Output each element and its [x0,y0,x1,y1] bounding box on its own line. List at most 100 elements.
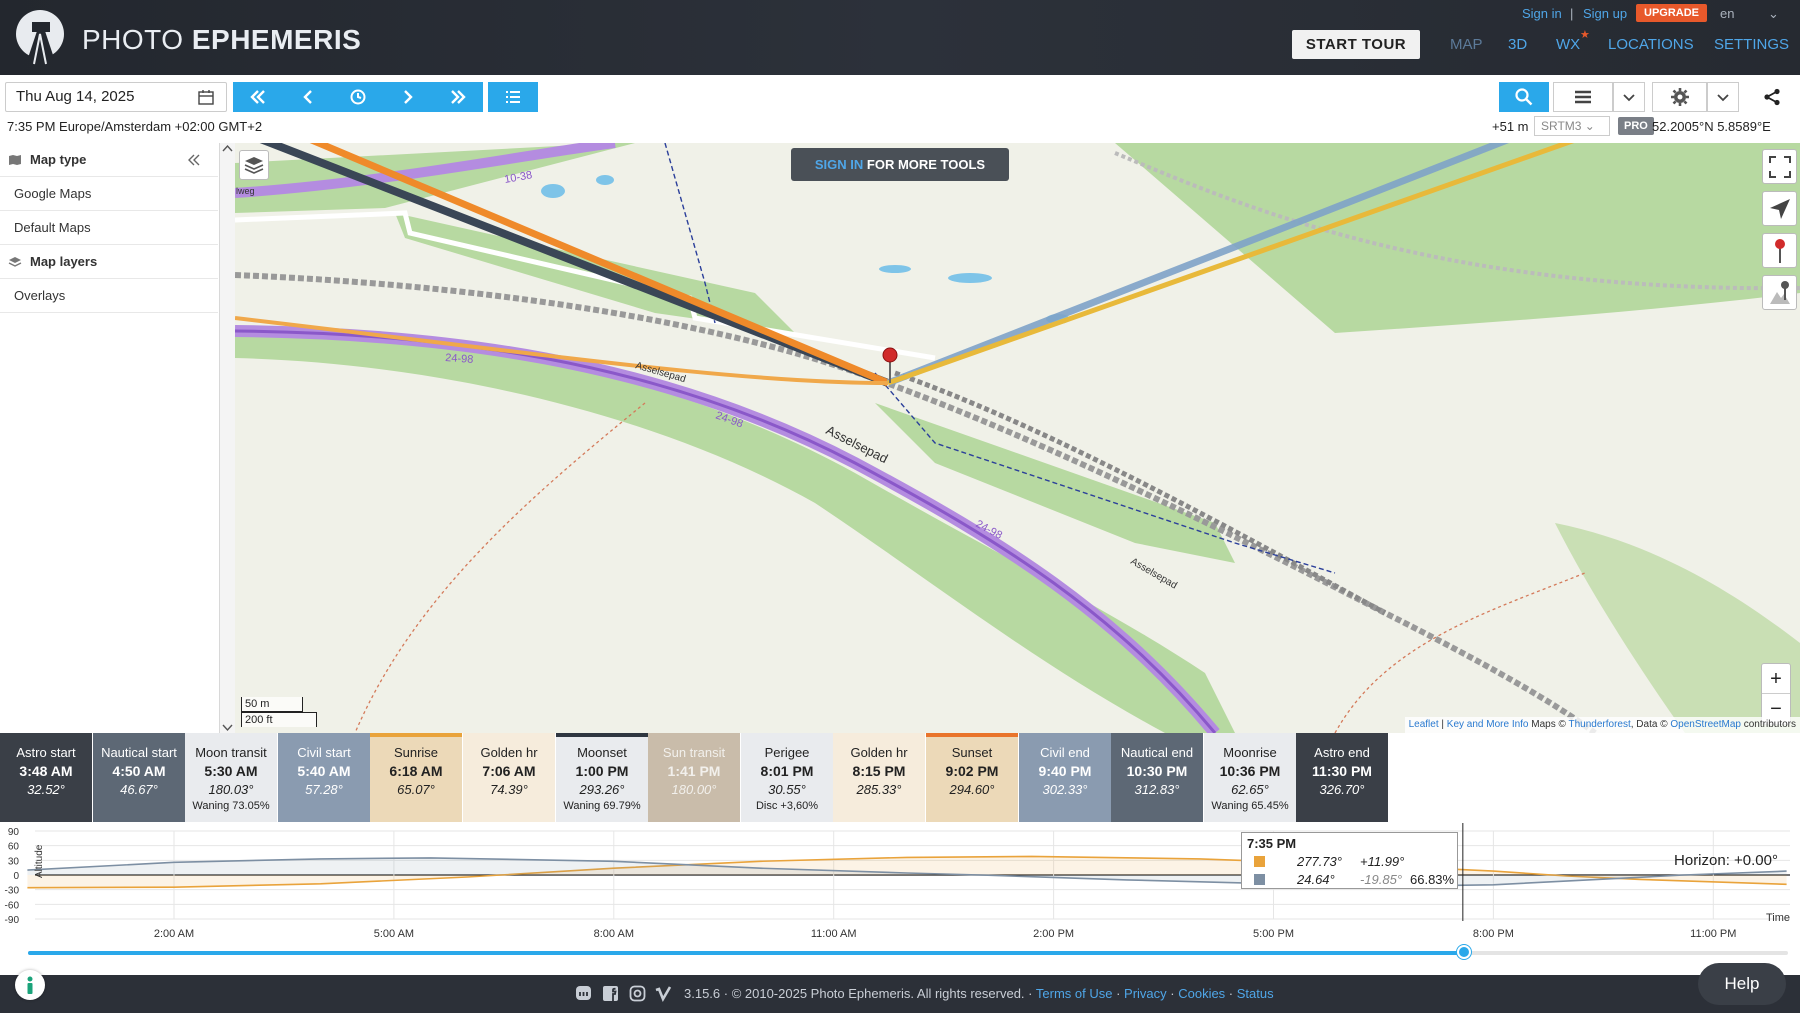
instagram-icon[interactable] [629,985,646,1002]
sidebar-item-google-maps[interactable]: Google Maps [0,177,218,211]
collapse-icon[interactable] [188,154,200,166]
time-slider-handle[interactable] [1456,945,1471,959]
sign-in-for-more-tools-button[interactable]: SIGN IN FOR MORE TOOLS [791,148,1009,181]
step-back-far-button[interactable] [233,82,283,112]
locate-button[interactable] [1762,191,1797,226]
wx-star-icon: ★ [1580,29,1590,41]
privacy-link[interactable]: Privacy [1124,986,1167,1001]
step-forward-button[interactable] [383,82,433,112]
brand-name[interactable]: PHOTO EPHEMERIS [82,24,361,56]
event-cell[interactable]: Civil start 5:40 AM 57.28° [278,733,370,822]
status-link[interactable]: Status [1237,986,1274,1001]
fullscreen-button[interactable] [1762,149,1797,184]
language-chevron-icon[interactable]: ⌄ [1768,6,1779,22]
step-back-button[interactable] [283,82,333,112]
event-azimuth: 326.70° [1319,782,1365,797]
event-azimuth: 46.67° [120,782,158,797]
event-cell[interactable]: Moon transit 5:30 AM 180.03° Waning 73.05% [185,733,277,822]
event-cell[interactable]: Golden hr 7:06 AM 74.39° [463,733,555,822]
event-cell[interactable]: Moonrise 10:36 PM 62.65° Waning 65.45% [1204,733,1296,822]
scroll-down-icon[interactable] [220,721,235,733]
sign-in-link[interactable]: Sign in [1522,6,1562,21]
x-tick-label: 5:00 PM [1253,928,1294,940]
map-view[interactable]: 10-38 24-98 24-98 24-98 Asselsepad Assel… [235,143,1800,733]
upgrade-button[interactable]: UPGRADE [1636,4,1708,22]
layers-dropdown-button[interactable] [1613,82,1645,112]
sidebar-item-default-maps[interactable]: Default Maps [0,211,218,245]
osm-link[interactable]: OpenStreetMap [1670,719,1741,730]
event-cell[interactable]: Astro end 11:30 PM 326.70° [1296,733,1388,822]
event-cell[interactable]: Civil end 9:40 PM 302.33° [1019,733,1111,822]
event-cell[interactable]: Sunrise 6:18 AM 65.07° [370,733,462,822]
event-cell[interactable]: Perigee 8:01 PM 30.55° Disc +3,60% [741,733,833,822]
now-button[interactable] [333,82,383,112]
settings-button[interactable] [1652,82,1707,112]
sidebar-item-label: Map type [30,152,87,167]
start-tour-button[interactable]: START TOUR [1292,30,1420,59]
sidebar-scrollbar[interactable] [220,143,235,733]
event-cell[interactable]: Astro start 3:48 AM 32.52° [0,733,92,822]
settings-dropdown-button[interactable] [1707,82,1739,112]
dem-select[interactable]: SRTM3 ⌄ [1534,116,1610,136]
gear-icon [1670,88,1689,106]
mastodon-icon[interactable] [575,985,592,1002]
help-button[interactable]: Help [1698,963,1786,1005]
road-label-24-98: 24-98 [445,352,474,366]
tab-map[interactable]: MAP [1450,36,1483,53]
trail [354,402,646,733]
time-slider[interactable] [28,951,1788,955]
step-forward-far-button[interactable] [433,82,483,112]
event-cell[interactable]: Moonset 1:00 PM 293.26° Waning 69.79% [556,733,648,822]
search-button[interactable] [1499,82,1549,112]
share-button[interactable] [1757,82,1787,112]
scroll-up-icon[interactable] [220,143,235,155]
attribution-text: contributors [1740,719,1796,730]
tab-3d[interactable]: 3D [1508,36,1527,53]
event-name: Civil end [1040,745,1090,760]
layers-menu-button[interactable] [1553,82,1613,112]
pro-badge[interactable]: PRO [1618,117,1654,135]
y-tick-label: -30 [5,886,20,897]
sign-up-link[interactable]: Sign up [1583,6,1627,21]
event-time: 5:30 AM [204,763,258,779]
sidebar-item-map-layers[interactable]: Map layers [0,245,218,279]
water-pond [879,265,911,273]
language-select[interactable]: en [1720,6,1734,21]
layers-icon [244,157,264,174]
tab-locations[interactable]: LOCATIONS [1608,36,1694,53]
calendar-icon[interactable] [198,89,214,105]
altitude-chart[interactable]: 90 60 30 0 -30 -60 -90 Altitude 7:35 PM 277.73°… [0,823,1800,943]
primary-pin-button[interactable] [1762,233,1797,268]
tab-settings[interactable]: SETTINGS [1714,36,1789,53]
moon-azimuth: 24.64° [1297,872,1335,887]
event-time: 8:01 PM [760,763,814,779]
event-cell[interactable]: Sun transit 1:41 PM 180.00° [648,733,740,822]
event-cell[interactable]: Nautical end 10:30 PM 312.83° [1111,733,1203,822]
terms-link[interactable]: Terms of Use [1036,986,1113,1001]
fullscreen-icon [1769,156,1791,178]
key-info-link[interactable]: Key and More Info [1447,719,1529,730]
vimeo-icon[interactable] [655,985,672,1002]
events-list-button[interactable] [488,82,538,112]
thunderforest-link[interactable]: Thunderforest [1568,719,1630,730]
event-cell[interactable]: Sunset 9:02 PM 294.60° [926,733,1018,822]
event-cell[interactable]: Golden hr 8:15 PM 285.33° [833,733,925,822]
event-time: 10:30 PM [1126,763,1188,779]
cookies-link[interactable]: Cookies [1178,986,1225,1001]
zoom-in-button[interactable]: + [1762,664,1790,694]
date-field[interactable]: Thu Aug 14, 2025 [5,82,227,112]
info-button[interactable] [15,970,45,1000]
map-canvas[interactable]: 10-38 24-98 24-98 24-98 Asselsepad Assel… [235,143,1800,733]
tab-wx[interactable]: WX [1556,36,1580,53]
secondary-pin-button[interactable] [1762,275,1797,310]
facebook-icon[interactable] [602,985,619,1002]
sidebar-item-map-type[interactable]: Map type [0,143,218,177]
sidebar-item-overlays[interactable]: Overlays [0,279,218,313]
leaflet-link[interactable]: Leaflet [1409,719,1439,730]
sidebar-item-label: Google Maps [14,186,92,201]
event-cell[interactable]: Nautical start 4:50 AM 46.67° [93,733,185,822]
x-tick-label: 2:00 PM [1033,928,1075,940]
info-icon [27,976,33,994]
horizon-label: Horizon: +0.00° [1674,852,1778,869]
layer-switcher-button[interactable] [239,150,269,180]
